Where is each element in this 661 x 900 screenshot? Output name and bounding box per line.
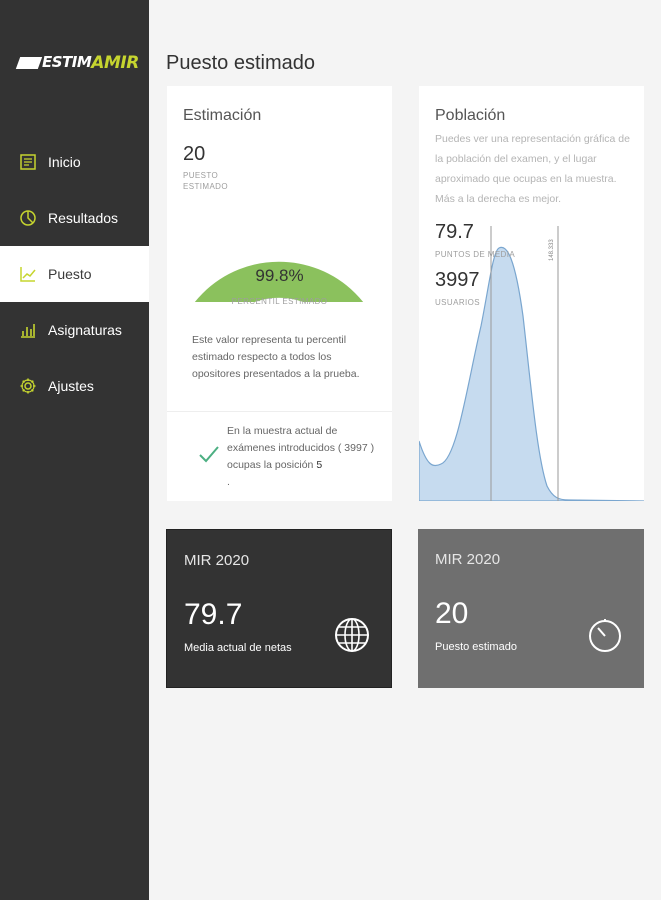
sidebar-item-label: Puesto (48, 266, 92, 282)
line-chart-icon (18, 264, 38, 284)
estimated-position-tile[interactable]: MIR 2020 20 Puesto estimado (418, 529, 644, 688)
tile-label: Puesto estimado (435, 641, 517, 653)
tile-value: 79.7 (184, 598, 243, 631)
sample-position-note: En la muestra actual de exámenes introdu… (227, 423, 377, 491)
tile-title: MIR 2020 (435, 551, 501, 568)
population-description: Puedes ver una representación gráfica de… (435, 133, 630, 205)
pie-chart-icon (18, 208, 38, 228)
tile-label: Media actual de netas (184, 642, 292, 654)
home-icon (18, 152, 38, 172)
gear-icon (18, 376, 38, 396)
sidebar-item-inicio[interactable]: Inicio (0, 134, 149, 190)
mean-score-label: PUNTOS DE MEDIA (435, 250, 516, 259)
check-icon (199, 446, 219, 463)
sidebar-item-resultados[interactable]: Resultados (0, 190, 149, 246)
estimation-title: Estimación (183, 107, 262, 124)
sidebar-item-label: Resultados (48, 210, 119, 226)
stopwatch-icon (589, 619, 621, 652)
percentile-label: PERCENTIL ESTIMADO (231, 297, 328, 306)
sidebar-item-label: Asignaturas (48, 322, 122, 338)
sidebar-item-ajustes[interactable]: Ajustes (0, 358, 149, 414)
logo-arrow-icon (15, 57, 43, 69)
population-title: Población (435, 107, 506, 124)
estimation-description: Este valor representa tu percentil estim… (192, 334, 360, 380)
sidebar-nav: Inicio Resultados Puesto Asignaturas Aju… (0, 134, 149, 414)
sidebar-item-label: Ajustes (48, 378, 94, 394)
users-count-label: USUARIOS (435, 298, 480, 307)
estimated-position-value: 20 (183, 143, 206, 165)
page-title: Puesto estimado (166, 52, 315, 74)
tile-title: MIR 2020 (184, 552, 250, 569)
percentile-value: 99.8% (255, 266, 304, 285)
note-text: En la muestra actual de exámenes introdu… (227, 425, 375, 471)
card-divider (167, 411, 392, 412)
bar-chart-icon (18, 320, 38, 340)
sidebar-item-label: Inicio (48, 154, 81, 170)
logo-text-left: ESTIM (42, 53, 92, 71)
mean-score-value: 79.7 (435, 221, 474, 243)
user-marker-label: 148.333 (549, 239, 555, 261)
note-position: 5 (316, 459, 323, 471)
sidebar-item-asignaturas[interactable]: Asignaturas (0, 302, 149, 358)
globe-icon (335, 618, 369, 652)
logo-text-right: AMIR (91, 53, 139, 73)
estimation-card: Estimación 20 PUESTO ESTIMADO 99.8% PERC… (167, 86, 392, 501)
sidebar-item-puesto[interactable]: Puesto (0, 246, 149, 302)
users-count-value: 3997 (435, 269, 480, 291)
tile-value: 20 (435, 597, 469, 630)
sidebar: ESTIM AMIR Inicio Resultados Puesto Asig… (0, 0, 149, 900)
population-card: 148.333 Población Puedes ver una represe… (419, 86, 644, 501)
note-end: . (227, 476, 230, 488)
mean-score-tile[interactable]: MIR 2020 79.7 Media actual de netas (166, 529, 392, 688)
app-logo[interactable]: ESTIM AMIR (15, 52, 139, 74)
